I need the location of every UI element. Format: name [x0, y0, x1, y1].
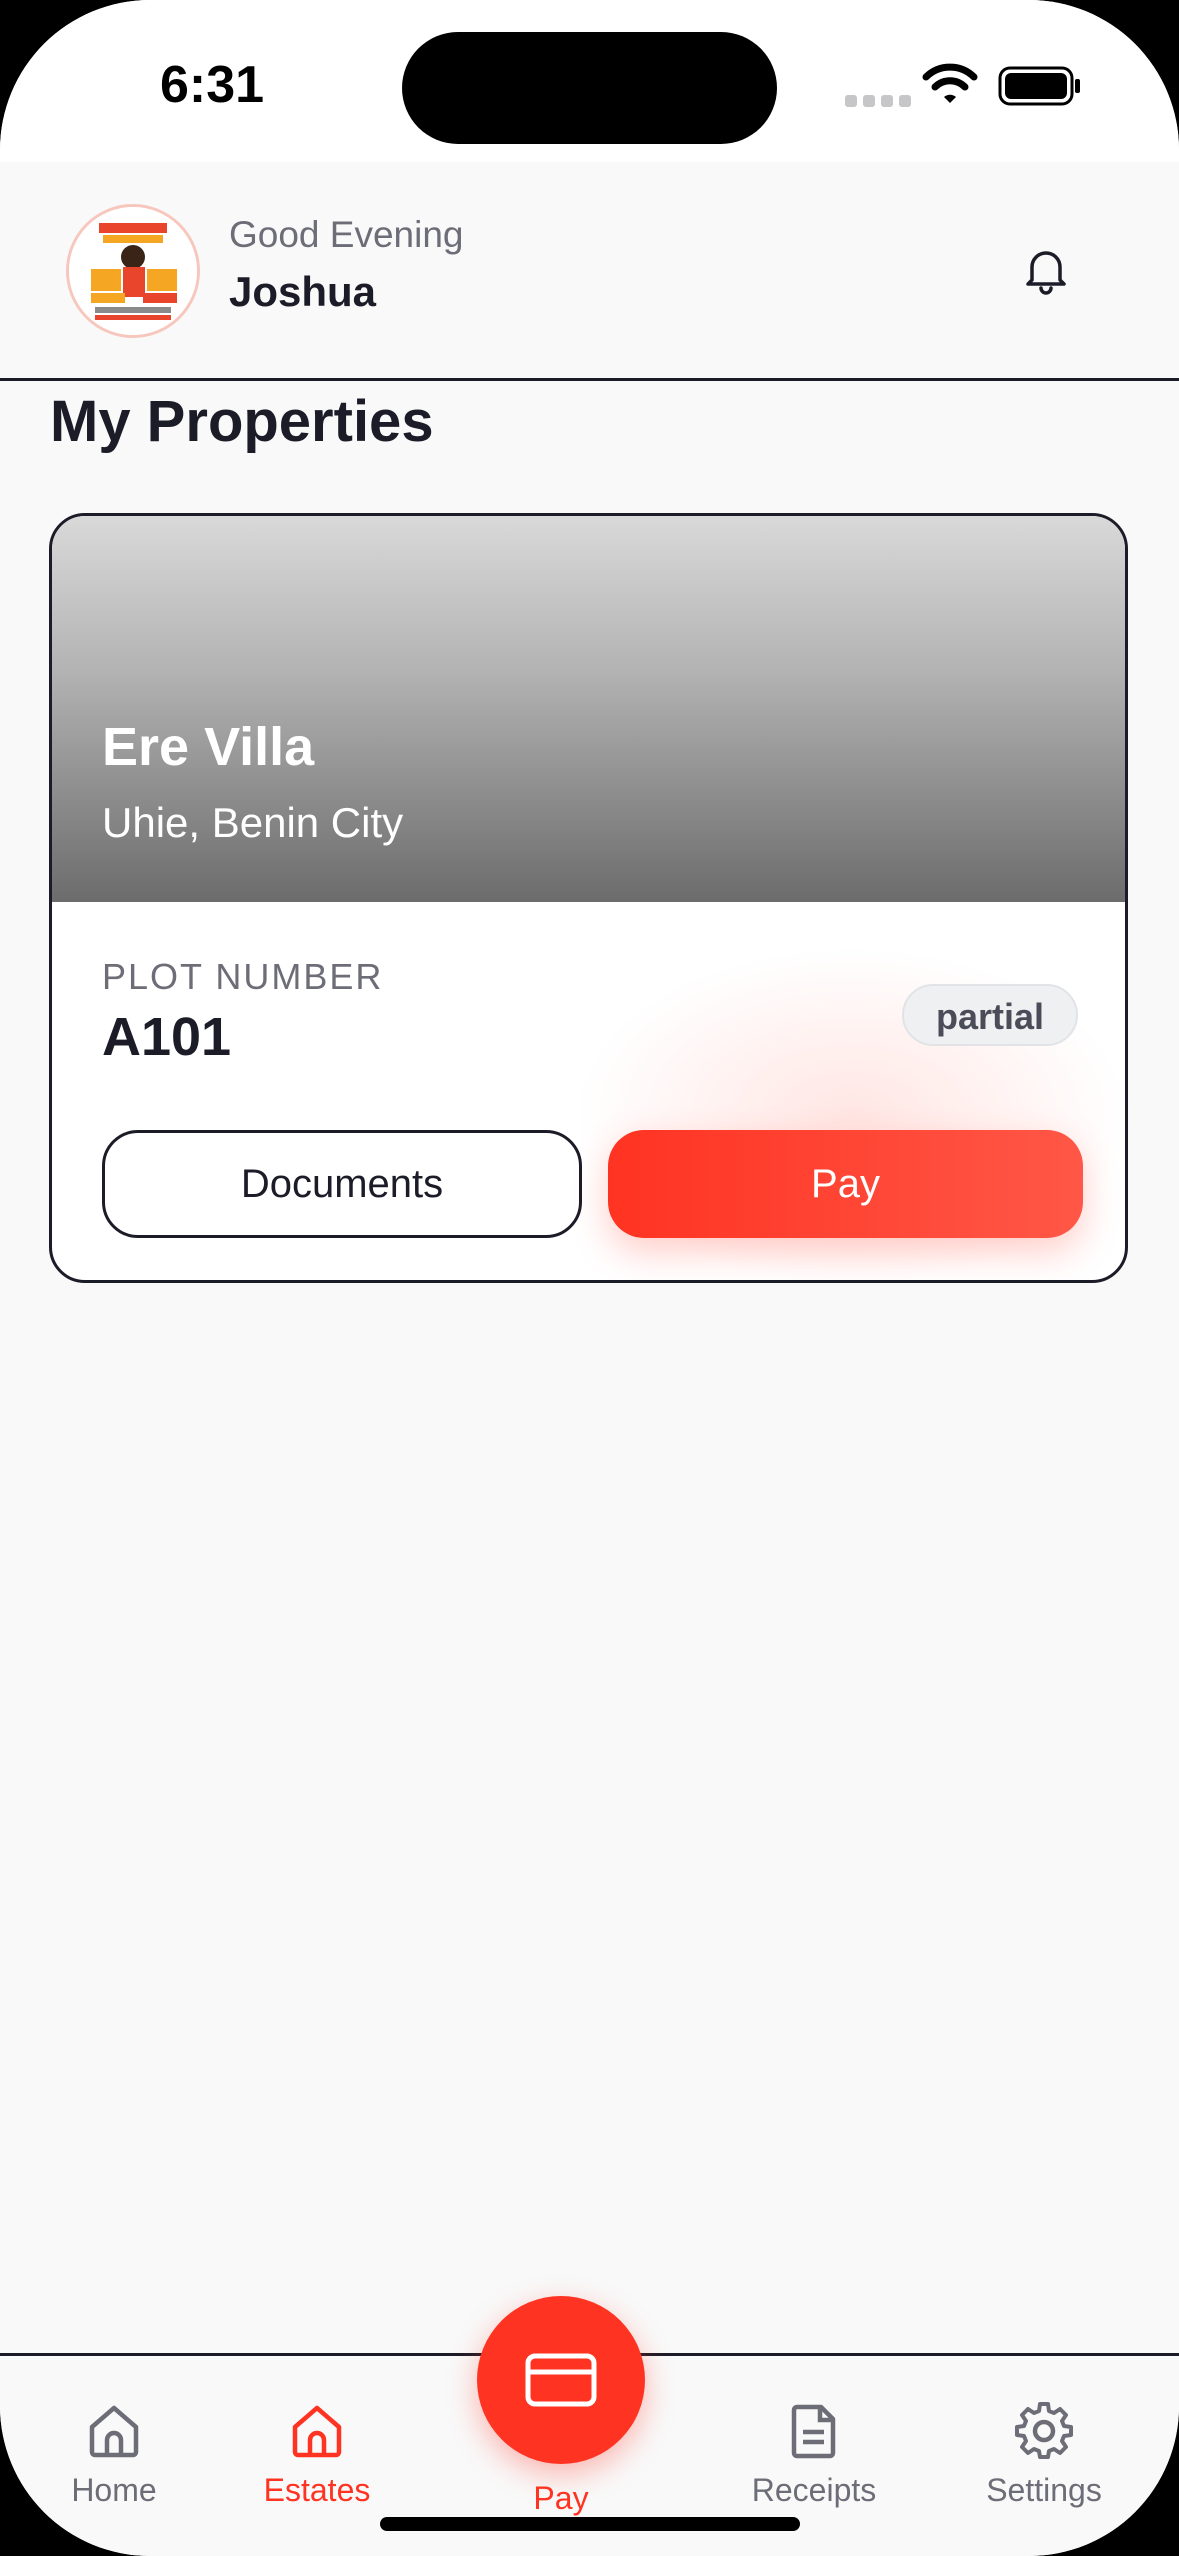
pay-button[interactable]: Pay	[608, 1130, 1083, 1238]
avatar-image	[69, 207, 197, 335]
tab-label: Estates	[263, 2472, 371, 2508]
home-icon	[89, 2405, 139, 2458]
app-screen: 6:31 Good Evening Joshua My Properties E…	[0, 0, 1179, 2556]
estate-location: Uhie, Benin City	[102, 799, 404, 846]
credit-card-icon	[525, 2353, 597, 2407]
home-icon	[292, 2405, 342, 2458]
tab-home[interactable]: Home	[14, 2402, 214, 2509]
status-bar: 6:31	[0, 0, 1179, 162]
greeting-text: Good Evening	[229, 214, 464, 255]
plot-number-label: PLOT NUMBER	[102, 956, 384, 997]
page-title: My Properties	[50, 389, 434, 454]
bell-icon[interactable]	[1018, 242, 1074, 298]
tab-label-pay[interactable]: Pay	[511, 2480, 611, 2517]
tab-settings[interactable]: Settings	[944, 2402, 1144, 2509]
property-card[interactable]: Ere Villa Uhie, Benin City PLOT NUMBER A…	[49, 513, 1128, 1283]
gear-icon	[1015, 2402, 1073, 2459]
user-name: Joshua	[229, 268, 377, 315]
tab-receipts[interactable]: Receipts	[714, 2402, 914, 2509]
dynamic-island	[402, 32, 777, 144]
wifi-icon	[922, 63, 978, 103]
estate-name: Ere Villa	[102, 717, 315, 777]
app-header: Good Evening Joshua	[0, 162, 1179, 381]
pay-fab-button[interactable]	[477, 2296, 645, 2464]
document-icon	[791, 2404, 836, 2459]
tab-label: Settings	[986, 2472, 1102, 2508]
cellular-signal-icon	[845, 94, 917, 112]
tab-estates[interactable]: Estates	[217, 2402, 417, 2509]
tab-label: Receipts	[751, 2472, 877, 2508]
property-image: Ere Villa Uhie, Benin City	[52, 516, 1125, 902]
home-indicator[interactable]	[380, 2517, 800, 2531]
documents-button[interactable]: Documents	[102, 1130, 582, 1238]
status-time: 6:31	[160, 56, 265, 114]
battery-icon	[998, 66, 1080, 106]
tab-label: Home	[71, 2472, 157, 2508]
plot-number-value: A101	[102, 1007, 232, 1067]
avatar[interactable]	[66, 204, 200, 338]
status-badge: partial	[901, 984, 1078, 1046]
